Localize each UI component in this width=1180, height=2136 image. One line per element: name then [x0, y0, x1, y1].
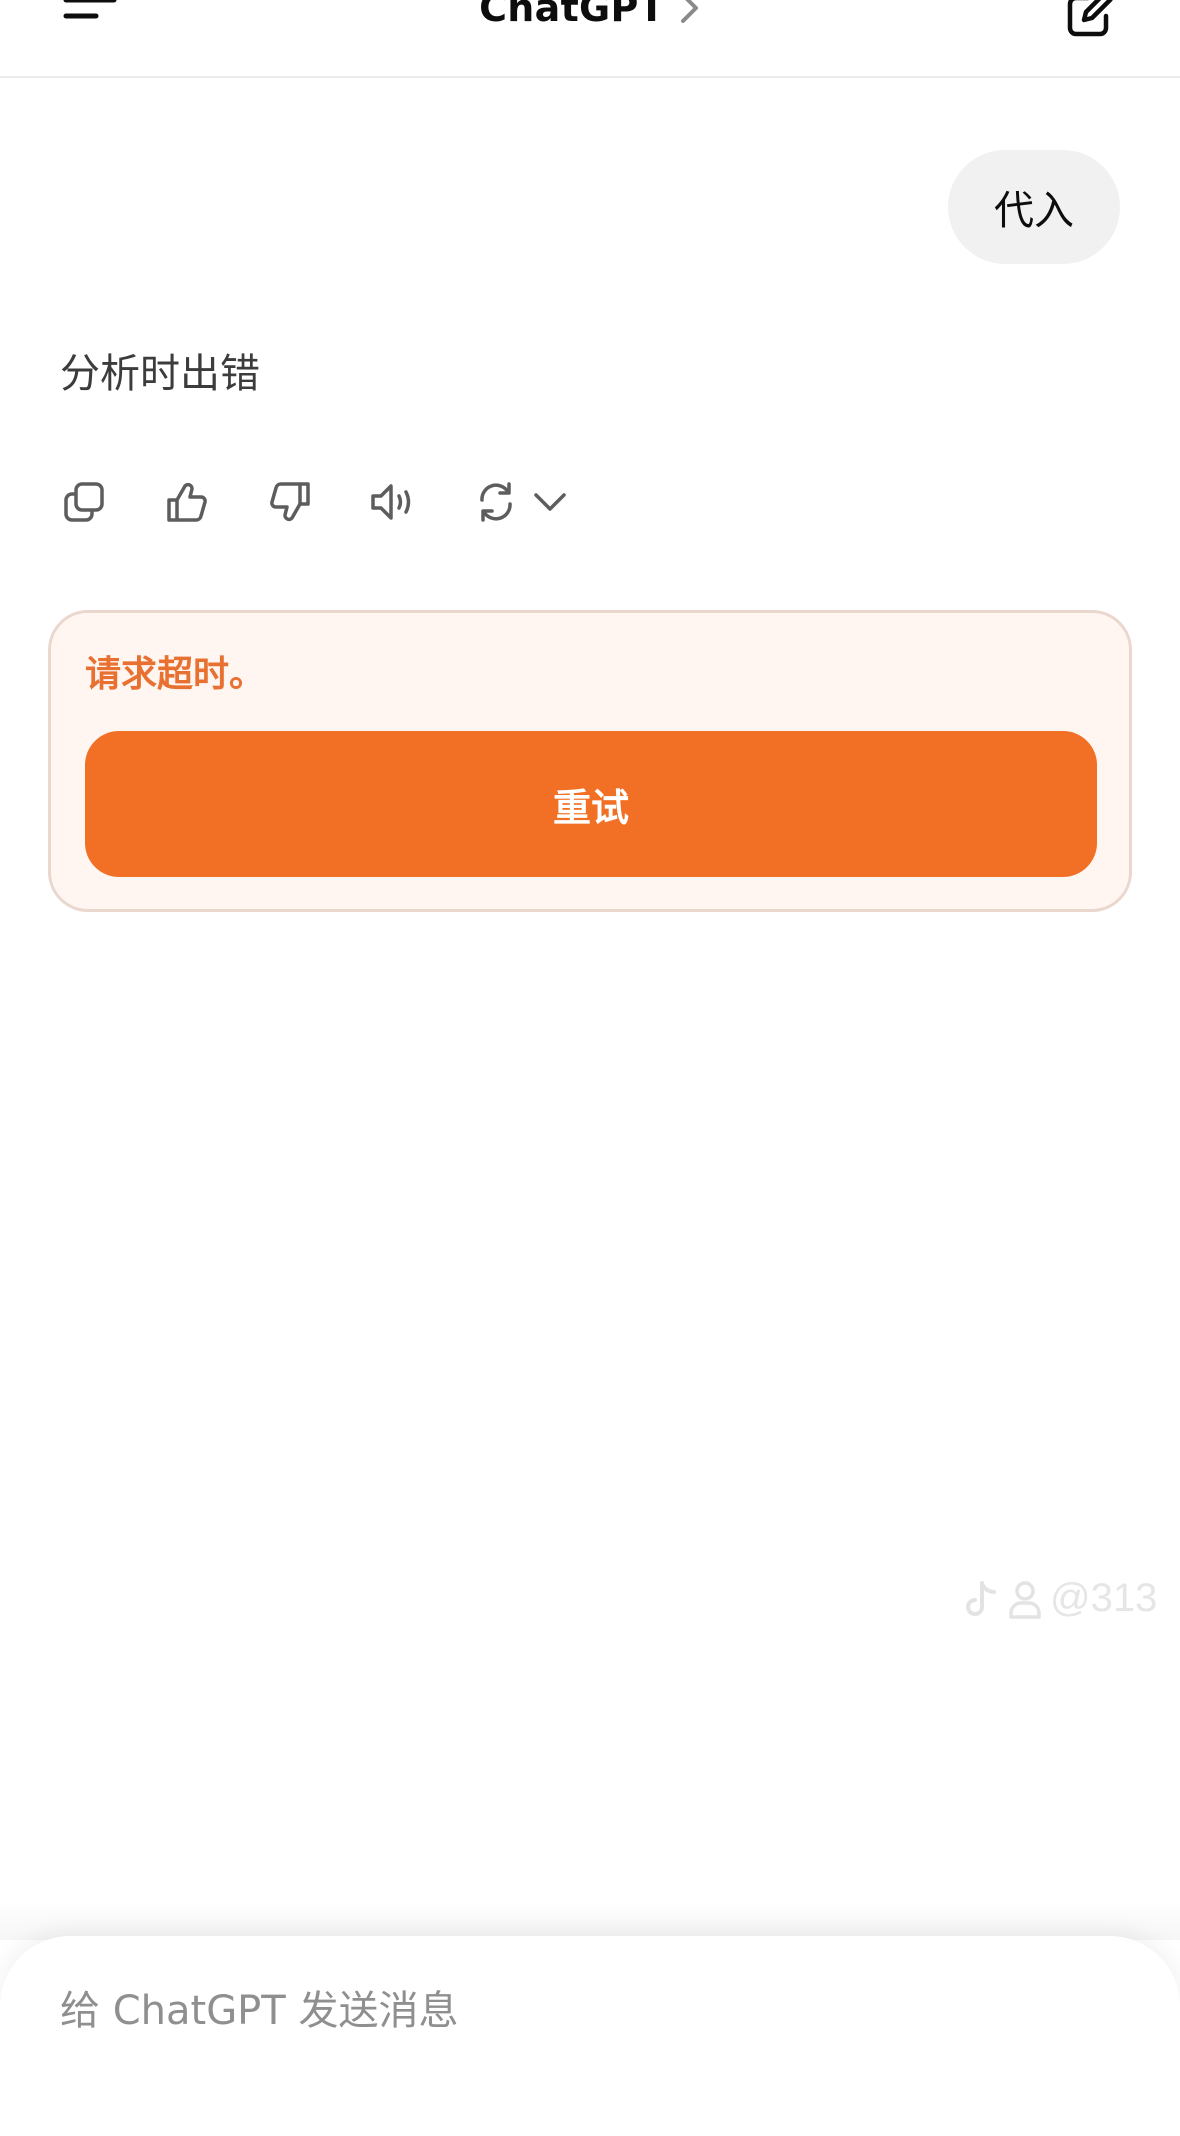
app-title: ChatGPT	[479, 0, 665, 30]
user-message-bubble: 代入	[948, 150, 1120, 264]
read-aloud-icon	[371, 484, 411, 520]
composer	[0, 1936, 1180, 2136]
message-actions	[56, 476, 572, 528]
chevron-down-icon	[534, 493, 566, 511]
thumbs-down-button[interactable]	[262, 474, 318, 530]
watermark-handle: @313	[1050, 1576, 1158, 1620]
regenerate-icon	[480, 482, 512, 522]
watermark: @313	[964, 1576, 1157, 1621]
model-selector[interactable]: ChatGPT	[0, 0, 1180, 36]
retry-button[interactable]: 重试	[85, 731, 1097, 877]
regenerate-button[interactable]	[468, 474, 524, 530]
tiktok-logo-icon	[966, 1580, 996, 1616]
top-bar: ChatGPT	[0, 0, 1180, 78]
error-message: 请求超时。	[85, 654, 266, 695]
error-card: 请求超时。 重试	[48, 610, 1132, 912]
chevron-right-icon	[680, 0, 698, 23]
model-switch-dropdown[interactable]	[528, 474, 572, 530]
person-icon	[1009, 1580, 1041, 1619]
edit-icon	[1067, 0, 1113, 37]
read-aloud-button[interactable]	[365, 474, 421, 530]
new-chat-button[interactable]	[1062, 0, 1118, 42]
copy-icon	[64, 482, 104, 522]
thumbs-down-icon	[270, 482, 310, 522]
message-input[interactable]	[60, 1976, 1120, 2046]
thumbs-up-icon	[167, 482, 207, 522]
assistant-message-text: 分析时出错	[60, 351, 260, 397]
composer-shadow	[0, 1900, 1180, 1940]
user-message-text: 代入	[994, 188, 1074, 234]
copy-button[interactable]	[56, 474, 112, 530]
thumbs-up-button[interactable]	[159, 474, 215, 530]
